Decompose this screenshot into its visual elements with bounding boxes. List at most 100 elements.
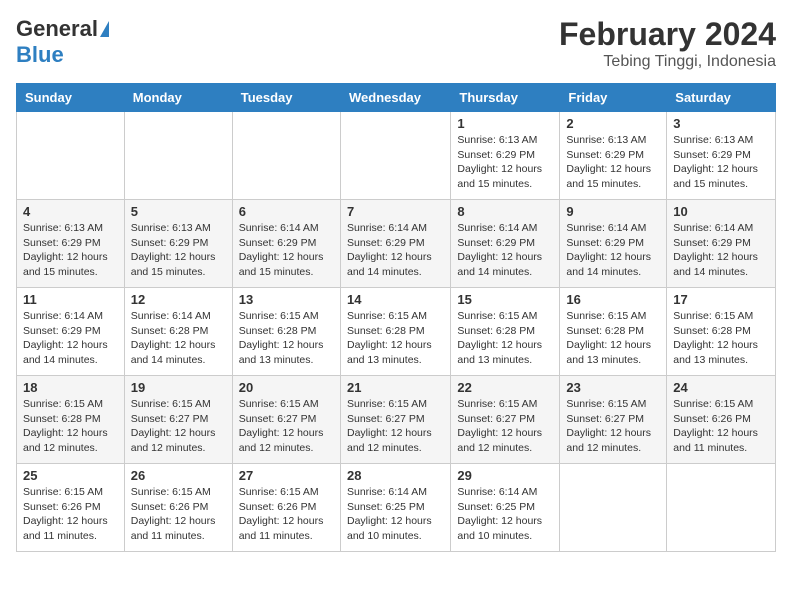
calendar-cell: 4 Sunrise: 6:13 AMSunset: 6:29 PMDaylight…: [17, 200, 125, 288]
calendar-cell: 6 Sunrise: 6:14 AMSunset: 6:29 PMDaylight…: [232, 200, 340, 288]
day-info: Sunrise: 6:15 AMSunset: 6:28 PMDaylight:…: [239, 309, 334, 368]
calendar-cell: 28 Sunrise: 6:14 AMSunset: 6:25 PMDayligh…: [340, 464, 450, 552]
day-number: 9: [566, 204, 660, 219]
logo-general: General: [16, 16, 98, 42]
calendar-cell: 1 Sunrise: 6:13 AMSunset: 6:29 PMDaylight…: [451, 112, 560, 200]
day-info: Sunrise: 6:14 AMSunset: 6:29 PMDaylight:…: [673, 221, 769, 280]
calendar-header-row: SundayMondayTuesdayWednesdayThursdayFrid…: [17, 84, 776, 112]
day-number: 4: [23, 204, 118, 219]
day-info: Sunrise: 6:14 AMSunset: 6:28 PMDaylight:…: [131, 309, 226, 368]
calendar-weekday-monday: Monday: [124, 84, 232, 112]
day-info: Sunrise: 6:15 AMSunset: 6:27 PMDaylight:…: [457, 397, 553, 456]
day-info: Sunrise: 6:15 AMSunset: 6:28 PMDaylight:…: [566, 309, 660, 368]
day-number: 28: [347, 468, 444, 483]
day-number: 17: [673, 292, 769, 307]
calendar-cell: 17 Sunrise: 6:15 AMSunset: 6:28 PMDayligh…: [667, 288, 776, 376]
title-area: February 2024 Tebing Tinggi, Indonesia: [559, 16, 776, 71]
calendar-cell: 15Sunrise: 6:15 AMSunset: 6:28 PMDayligh…: [451, 288, 560, 376]
logo: General Blue: [16, 16, 109, 68]
logo-triangle-icon: [100, 21, 109, 37]
calendar-cell: [17, 112, 125, 200]
day-number: 1: [457, 116, 553, 131]
day-number: 23: [566, 380, 660, 395]
calendar-cell: [340, 112, 450, 200]
day-number: 6: [239, 204, 334, 219]
day-number: 10: [673, 204, 769, 219]
calendar-cell: 27 Sunrise: 6:15 AMSunset: 6:26 PMDayligh…: [232, 464, 340, 552]
calendar-cell: 21 Sunrise: 6:15 AMSunset: 6:27 PMDayligh…: [340, 376, 450, 464]
calendar-cell: 7Sunrise: 6:14 AMSunset: 6:29 PMDaylight…: [340, 200, 450, 288]
calendar-cell: 9Sunrise: 6:14 AMSunset: 6:29 PMDaylight…: [560, 200, 667, 288]
logo-blue: Blue: [16, 42, 64, 67]
day-number: 11: [23, 292, 118, 307]
calendar-cell: 11 Sunrise: 6:14 AMSunset: 6:29 PMDayligh…: [17, 288, 125, 376]
day-info: Sunrise: 6:14 AMSunset: 6:25 PMDaylight:…: [347, 485, 444, 544]
day-info: Sunrise: 6:15 AMSunset: 6:26 PMDaylight:…: [673, 397, 769, 456]
calendar-cell: 26 Sunrise: 6:15 AMSunset: 6:26 PMDayligh…: [124, 464, 232, 552]
day-info: Sunrise: 6:14 AMSunset: 6:25 PMDaylight:…: [457, 485, 553, 544]
calendar-cell: [124, 112, 232, 200]
day-info: Sunrise: 6:13 AMSunset: 6:29 PMDaylight:…: [457, 133, 553, 192]
day-number: 8: [457, 204, 553, 219]
day-number: 22: [457, 380, 553, 395]
day-number: 14: [347, 292, 444, 307]
calendar-weekday-sunday: Sunday: [17, 84, 125, 112]
day-number: 21: [347, 380, 444, 395]
day-number: 26: [131, 468, 226, 483]
calendar-cell: 12Sunrise: 6:14 AMSunset: 6:28 PMDayligh…: [124, 288, 232, 376]
day-number: 24: [673, 380, 769, 395]
calendar-weekday-thursday: Thursday: [451, 84, 560, 112]
calendar-cell: 13Sunrise: 6:15 AMSunset: 6:28 PMDayligh…: [232, 288, 340, 376]
calendar-cell: 23Sunrise: 6:15 AMSunset: 6:27 PMDayligh…: [560, 376, 667, 464]
page-subtitle: Tebing Tinggi, Indonesia: [559, 53, 776, 71]
day-info: Sunrise: 6:13 AMSunset: 6:29 PMDaylight:…: [566, 133, 660, 192]
calendar-table: SundayMondayTuesdayWednesdayThursdayFrid…: [16, 83, 776, 552]
calendar-cell: 20Sunrise: 6:15 AMSunset: 6:27 PMDayligh…: [232, 376, 340, 464]
calendar-cell: 8 Sunrise: 6:14 AMSunset: 6:29 PMDaylight…: [451, 200, 560, 288]
day-info: Sunrise: 6:13 AMSunset: 6:29 PMDaylight:…: [131, 221, 226, 280]
calendar-cell: 29 Sunrise: 6:14 AMSunset: 6:25 PMDayligh…: [451, 464, 560, 552]
day-info: Sunrise: 6:15 AMSunset: 6:27 PMDaylight:…: [131, 397, 226, 456]
day-number: 2: [566, 116, 660, 131]
day-info: Sunrise: 6:13 AMSunset: 6:29 PMDaylight:…: [673, 133, 769, 192]
day-number: 27: [239, 468, 334, 483]
calendar-cell: 10 Sunrise: 6:14 AMSunset: 6:29 PMDayligh…: [667, 200, 776, 288]
day-info: Sunrise: 6:14 AMSunset: 6:29 PMDaylight:…: [239, 221, 334, 280]
day-info: Sunrise: 6:15 AMSunset: 6:26 PMDaylight:…: [239, 485, 334, 544]
calendar-cell: 25 Sunrise: 6:15 AMSunset: 6:26 PMDayligh…: [17, 464, 125, 552]
day-info: Sunrise: 6:15 AMSunset: 6:27 PMDaylight:…: [347, 397, 444, 456]
day-number: 5: [131, 204, 226, 219]
day-number: 16: [566, 292, 660, 307]
calendar-cell: 14 Sunrise: 6:15 AMSunset: 6:28 PMDayligh…: [340, 288, 450, 376]
day-info: Sunrise: 6:14 AMSunset: 6:29 PMDaylight:…: [457, 221, 553, 280]
day-number: 7: [347, 204, 444, 219]
calendar-cell: 19 Sunrise: 6:15 AMSunset: 6:27 PMDayligh…: [124, 376, 232, 464]
calendar-week-row: 11 Sunrise: 6:14 AMSunset: 6:29 PMDayligh…: [17, 288, 776, 376]
day-info: Sunrise: 6:15 AMSunset: 6:26 PMDaylight:…: [131, 485, 226, 544]
calendar-week-row: 25 Sunrise: 6:15 AMSunset: 6:26 PMDayligh…: [17, 464, 776, 552]
day-number: 25: [23, 468, 118, 483]
calendar-cell: 5 Sunrise: 6:13 AMSunset: 6:29 PMDaylight…: [124, 200, 232, 288]
day-number: 19: [131, 380, 226, 395]
calendar-week-row: 18 Sunrise: 6:15 AMSunset: 6:28 PMDayligh…: [17, 376, 776, 464]
page-header: General Blue February 2024 Tebing Tinggi…: [16, 16, 776, 71]
calendar-week-row: 1 Sunrise: 6:13 AMSunset: 6:29 PMDaylight…: [17, 112, 776, 200]
calendar-weekday-saturday: Saturday: [667, 84, 776, 112]
calendar-cell: 16 Sunrise: 6:15 AMSunset: 6:28 PMDayligh…: [560, 288, 667, 376]
calendar-cell: 22 Sunrise: 6:15 AMSunset: 6:27 PMDayligh…: [451, 376, 560, 464]
calendar-cell: [232, 112, 340, 200]
day-number: 18: [23, 380, 118, 395]
calendar-cell: [560, 464, 667, 552]
day-info: Sunrise: 6:14 AMSunset: 6:29 PMDaylight:…: [23, 309, 118, 368]
calendar-cell: 24 Sunrise: 6:15 AMSunset: 6:26 PMDayligh…: [667, 376, 776, 464]
day-info: Sunrise: 6:15 AMSunset: 6:26 PMDaylight:…: [23, 485, 118, 544]
calendar-week-row: 4 Sunrise: 6:13 AMSunset: 6:29 PMDaylight…: [17, 200, 776, 288]
day-number: 29: [457, 468, 553, 483]
day-info: Sunrise: 6:15 AMSunset: 6:28 PMDaylight:…: [347, 309, 444, 368]
day-info: Sunrise: 6:15 AMSunset: 6:28 PMDaylight:…: [673, 309, 769, 368]
day-info: Sunrise: 6:15 AMSunset: 6:28 PMDaylight:…: [23, 397, 118, 456]
calendar-cell: 3Sunrise: 6:13 AMSunset: 6:29 PMDaylight…: [667, 112, 776, 200]
day-number: 15: [457, 292, 553, 307]
calendar-cell: [667, 464, 776, 552]
day-info: Sunrise: 6:13 AMSunset: 6:29 PMDaylight:…: [23, 221, 118, 280]
